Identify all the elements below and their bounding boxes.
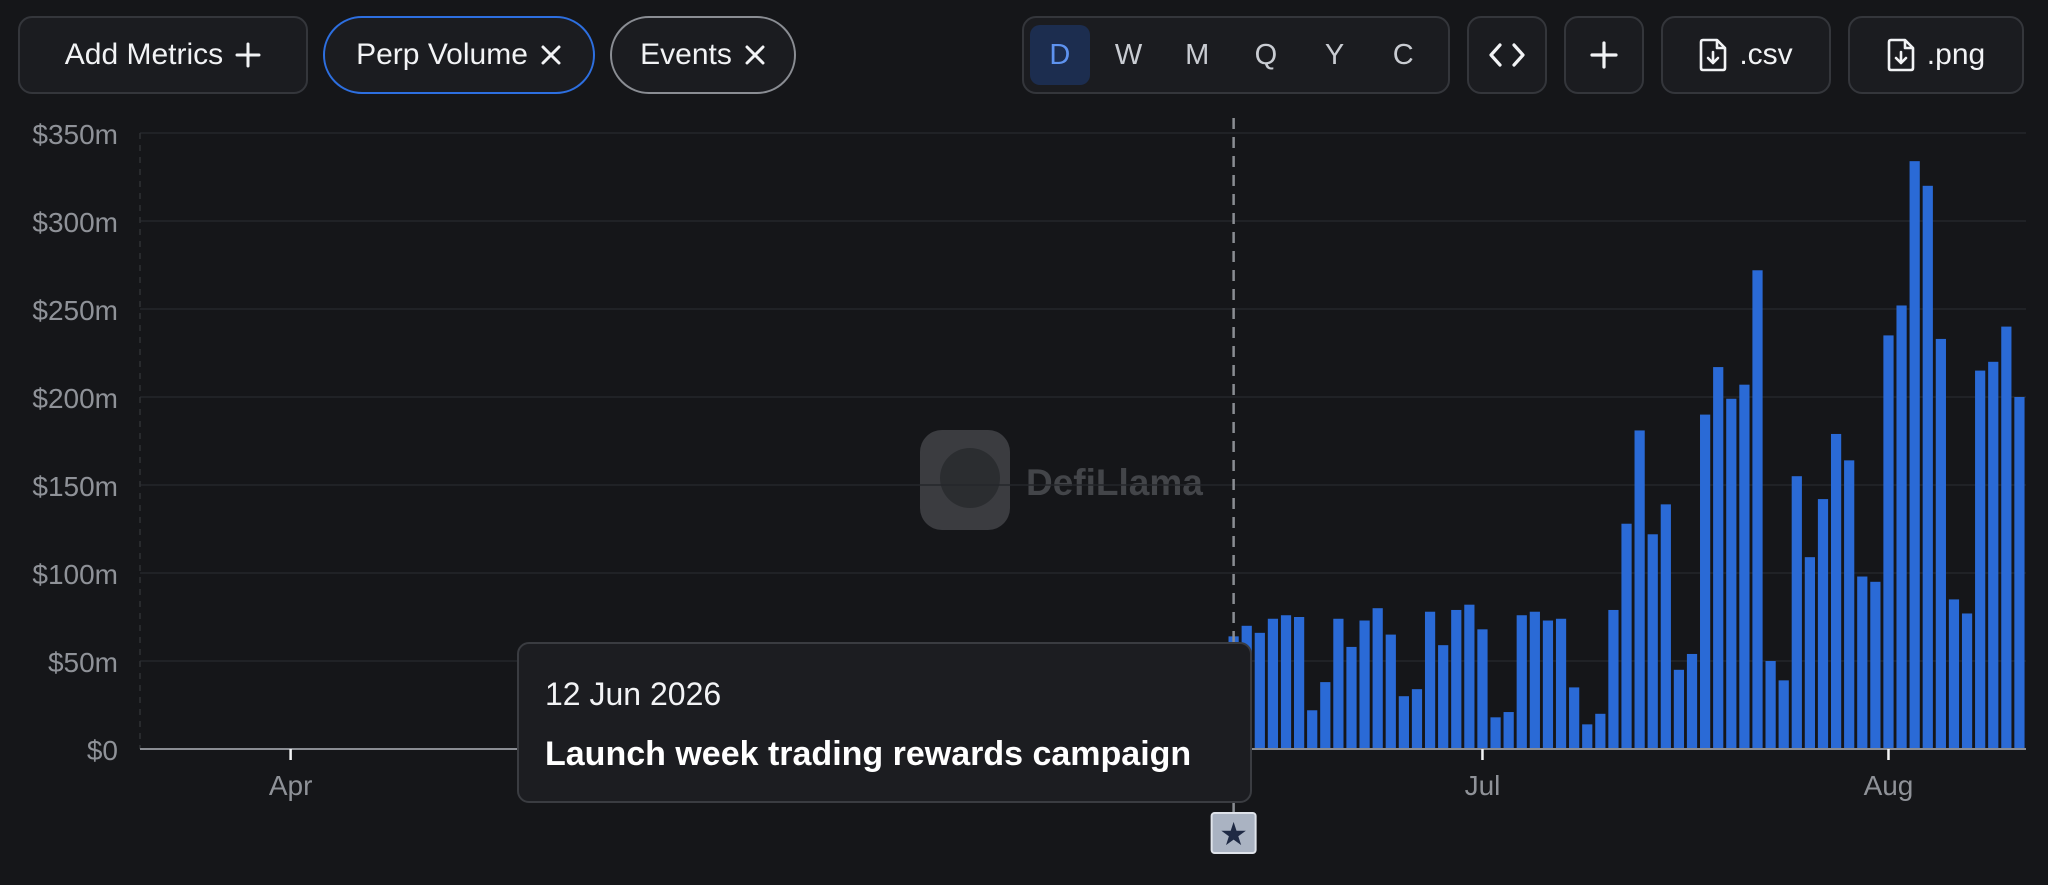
bar <box>1608 609 1619 749</box>
bar <box>1372 608 1383 749</box>
y-tick-label: $150m <box>32 471 118 502</box>
x-tick-label: Apr <box>269 770 313 801</box>
bar <box>1490 717 1501 749</box>
bar <box>1346 646 1357 749</box>
bar <box>1398 696 1409 749</box>
bar <box>1726 398 1737 749</box>
watermark-text: DefiLlama <box>1026 462 1203 503</box>
bar <box>1555 618 1567 749</box>
bar <box>1817 499 1829 749</box>
bar <box>1477 629 1488 749</box>
bar <box>1582 724 1593 749</box>
bar <box>1647 534 1658 749</box>
defillama-watermark: DefiLlama <box>920 430 1203 530</box>
bar <box>1830 433 1842 749</box>
bar <box>1673 669 1685 749</box>
bar <box>1804 557 1816 749</box>
bar <box>1438 645 1449 749</box>
bar <box>1791 476 1802 749</box>
bar <box>2014 397 2025 749</box>
bar <box>1883 335 1894 749</box>
bar <box>1739 384 1750 749</box>
bar <box>1870 581 1881 749</box>
bar <box>1385 634 1396 749</box>
bar <box>1634 430 1645 749</box>
bar <box>1254 632 1265 749</box>
bar <box>1988 361 1999 749</box>
bar <box>1569 687 1580 749</box>
bar <box>1503 712 1514 749</box>
bar <box>1516 615 1527 749</box>
bar <box>1307 710 1318 749</box>
bar <box>1975 370 1986 749</box>
bar <box>1464 604 1475 749</box>
bar <box>1529 611 1540 749</box>
bar <box>1765 661 1776 749</box>
star-icon: ★ <box>1219 815 1248 853</box>
y-tick-label: $300m <box>32 207 118 238</box>
x-tick-label: Jul <box>1465 770 1501 801</box>
y-tick-label: $100m <box>32 559 118 590</box>
bar <box>1542 620 1554 749</box>
y-tick-label: $200m <box>32 383 118 414</box>
bar <box>1935 338 1946 749</box>
y-axis: $0 $50m $100m $150m $200m $250m $300m $350m <box>32 119 118 766</box>
bar <box>1411 689 1423 749</box>
bar <box>1267 618 1279 749</box>
bar <box>2001 326 2012 749</box>
bar <box>1320 682 1331 749</box>
bar <box>1293 617 1305 749</box>
tooltip-date: 12 Jun 2026 <box>545 676 722 712</box>
bar <box>1333 618 1344 749</box>
bar <box>1922 185 1933 750</box>
bar <box>1621 523 1632 749</box>
bar <box>1948 599 1960 749</box>
event-tooltip: 12 Jun 2026 Launch week trading rewards … <box>517 642 1252 803</box>
bar <box>1909 161 1920 749</box>
bar <box>1451 609 1462 749</box>
watermark-logo-face <box>940 448 1000 508</box>
bar <box>1857 576 1868 749</box>
bar <box>1359 620 1370 749</box>
y-tick-label: $250m <box>32 295 118 326</box>
bar <box>1778 680 1789 749</box>
y-tick-label: $50m <box>48 647 118 678</box>
bar <box>1961 613 1973 749</box>
bar <box>1844 460 1855 749</box>
y-tick-label: $350m <box>32 119 118 150</box>
bar <box>1595 713 1606 749</box>
bar <box>1280 615 1292 749</box>
bar <box>1660 504 1671 749</box>
y-tick-label: $0 <box>87 735 118 766</box>
bar <box>1896 305 1907 749</box>
bar <box>1713 367 1724 749</box>
bar <box>1700 414 1711 749</box>
x-tick-label: Aug <box>1864 770 1914 801</box>
bar <box>1686 653 1698 749</box>
bar <box>1424 611 1436 749</box>
tooltip-title: Launch week trading rewards campaign <box>545 735 1192 773</box>
bar <box>1752 270 1763 749</box>
